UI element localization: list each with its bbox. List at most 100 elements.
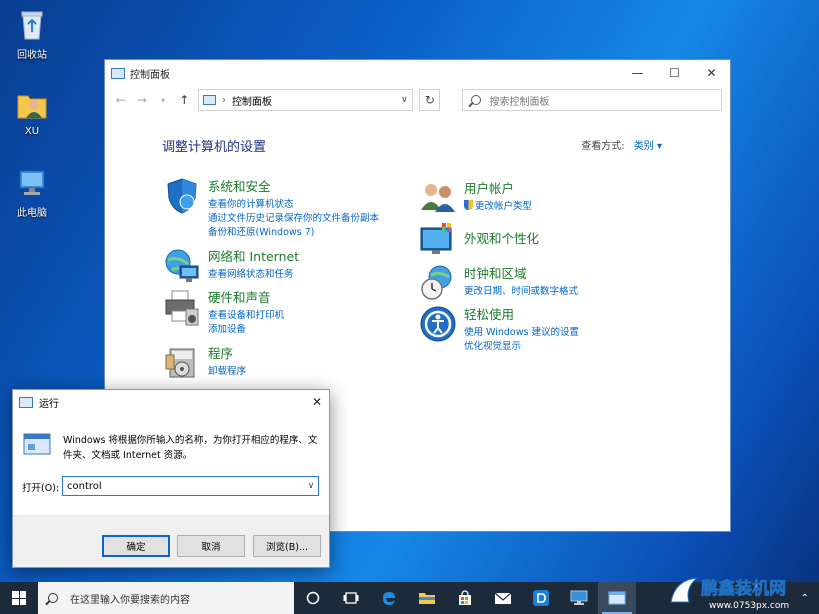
category-link[interactable]: 更改帐户类型 xyxy=(464,200,532,214)
watermark-brand: 鹏鑫装机网 xyxy=(701,578,786,599)
category-link[interactable]: 使用 Windows 建议的设置 xyxy=(464,326,579,340)
category-link[interactable]: 添加设备 xyxy=(208,323,284,337)
run-icon xyxy=(19,396,33,408)
folder-icon xyxy=(419,593,435,604)
category-system-security: 系统和安全 查看你的计算机状态 通过文件历史记录保存你的文件备份副本 备份和还原… xyxy=(162,176,379,240)
control-panel-taskbar-button[interactable] xyxy=(598,582,636,614)
category-title[interactable]: 硬件和声音 xyxy=(208,287,284,306)
category-link[interactable]: 通过文件历史记录保存你的文件备份副本 xyxy=(208,212,379,226)
users-icon xyxy=(418,178,458,218)
windows-logo-icon xyxy=(12,591,26,605)
run-dialog-footer: 确定 取消 浏览(B)... xyxy=(13,515,329,567)
category-title[interactable]: 网络和 Internet xyxy=(208,246,299,265)
view-by-label: 查看方式: xyxy=(581,141,625,152)
app-button-d[interactable] xyxy=(522,582,560,614)
cortana-circle-icon xyxy=(306,591,320,605)
mail-icon xyxy=(494,592,512,604)
search-icon xyxy=(48,593,58,603)
category-ease-of-access: 轻松使用 使用 Windows 建议的设置 优化视觉显示 xyxy=(418,304,579,354)
edge-icon xyxy=(383,592,395,605)
maximize-button[interactable]: ☐ xyxy=(656,60,693,86)
back-arrow-icon[interactable]: ← xyxy=(113,93,128,107)
control-panel-icon xyxy=(202,95,216,105)
category-link[interactable]: 更改日期、时间或数字格式 xyxy=(464,285,578,299)
close-button[interactable]: ✕ xyxy=(305,395,329,409)
dropdown-arrow-icon[interactable]: ▾ xyxy=(155,96,170,105)
globe-network-icon xyxy=(162,246,202,286)
page-title: 调整计算机的设置 xyxy=(162,140,267,155)
uac-shield-icon xyxy=(464,200,473,210)
computer-app-button[interactable] xyxy=(560,582,598,614)
category-link[interactable]: 查看网络状态和任务 xyxy=(208,268,299,282)
category-title[interactable]: 系统和安全 xyxy=(208,176,379,195)
search-input[interactable]: 搜索控制面板 xyxy=(462,89,722,111)
open-input[interactable]: control ∨ xyxy=(62,476,319,496)
user-folder-icon xyxy=(15,88,49,122)
run-dialog: 运行 ✕ Windows 将根据你所输入的名称，为你打开相应的程序、文件夹、文档… xyxy=(12,389,330,568)
control-panel-titlebar[interactable]: 控制面板 — ☐ ✕ xyxy=(105,60,730,86)
open-input-value[interactable]: control xyxy=(67,481,304,492)
printer-icon xyxy=(162,287,202,327)
search-placeholder: 搜索控制面板 xyxy=(489,96,550,108)
task-view-icon xyxy=(343,592,359,604)
computer-icon xyxy=(15,166,49,200)
view-by-dropdown[interactable]: 类别 ▾ xyxy=(634,141,662,152)
category-hardware-sound: 硬件和声音 查看设备和打印机 添加设备 xyxy=(162,287,284,337)
programs-icon xyxy=(162,343,202,383)
category-link[interactable]: 查看你的计算机状态 xyxy=(208,198,379,212)
run-dialog-titlebar[interactable]: 运行 ✕ xyxy=(13,390,329,414)
search-icon xyxy=(471,95,482,105)
control-panel-icon xyxy=(111,67,125,79)
watermark-logo: 鹏鑫装机网 www.0753px.com xyxy=(667,572,817,612)
run-app-icon xyxy=(23,432,53,456)
category-title[interactable]: 时钟和区域 xyxy=(464,263,578,282)
task-view-button[interactable] xyxy=(294,582,332,614)
category-programs: 程序 卸载程序 xyxy=(162,343,246,383)
address-bar[interactable]: › 控制面板 ∨ xyxy=(197,89,414,111)
start-button[interactable] xyxy=(0,582,38,614)
store-bag-icon xyxy=(459,590,471,605)
category-link[interactable]: 卸载程序 xyxy=(208,365,246,379)
category-link[interactable]: 查看设备和打印机 xyxy=(208,309,284,323)
up-arrow-icon[interactable]: ↑ xyxy=(177,93,192,107)
taskbar-search-placeholder: 在这里输入你要搜索的内容 xyxy=(70,594,190,606)
close-button[interactable]: ✕ xyxy=(693,60,730,86)
cancel-button[interactable]: 取消 xyxy=(177,535,245,557)
category-title[interactable]: 轻松使用 xyxy=(464,304,579,323)
browse-button[interactable]: 浏览(B)... xyxy=(253,535,321,557)
category-link[interactable]: 备份和还原(Windows 7) xyxy=(208,226,379,240)
watermark-url: www.0753px.com xyxy=(709,601,789,611)
address-row: ← → ▾ ↑ › 控制面板 ∨ ↻ 搜索控制面板 xyxy=(105,86,730,114)
category-link[interactable]: 优化视觉显示 xyxy=(464,340,579,354)
store-button[interactable] xyxy=(446,582,484,614)
category-link-text: 更改帐户类型 xyxy=(475,201,533,212)
breadcrumb[interactable]: 控制面板 xyxy=(232,93,397,108)
desktop-icon-label: 此电脑 xyxy=(17,208,47,219)
task-view-icon-button[interactable] xyxy=(332,582,370,614)
category-title[interactable]: 用户帐户 xyxy=(464,178,532,197)
category-network-internet: 网络和 Internet 查看网络状态和任务 xyxy=(162,246,299,286)
category-clock-region: 时钟和区域 更改日期、时间或数字格式 xyxy=(418,263,578,303)
desktop-icon-label: XU xyxy=(24,126,40,137)
desktop-icon-recycle-bin[interactable]: 回收站 xyxy=(6,8,58,61)
taskbar-search-input[interactable]: 在这里输入你要搜索的内容 xyxy=(38,582,294,614)
refresh-button[interactable]: ↻ xyxy=(419,89,441,111)
window-title: 控制面板 xyxy=(130,69,170,81)
category-title[interactable]: 程序 xyxy=(208,343,246,362)
file-explorer-button[interactable] xyxy=(408,582,446,614)
edge-button[interactable] xyxy=(370,582,408,614)
open-label: 打开(O): xyxy=(22,483,60,494)
minimize-button[interactable]: — xyxy=(619,60,656,86)
chevron-down-icon[interactable]: ∨ xyxy=(396,95,412,105)
desktop-icon-user-folder[interactable]: XU xyxy=(6,88,58,137)
dialog-title: 运行 xyxy=(39,398,59,410)
category-appearance: 外观和个性化 xyxy=(418,220,539,260)
run-description: Windows 将根据你所输入的名称，为你打开相应的程序、文件夹、文档或 Int… xyxy=(63,435,318,461)
forward-arrow-icon[interactable]: → xyxy=(134,93,149,107)
ok-button[interactable]: 确定 xyxy=(102,535,170,557)
chevron-down-icon[interactable]: ∨ xyxy=(304,481,318,491)
category-title[interactable]: 外观和个性化 xyxy=(464,228,539,247)
desktop-icon-this-pc[interactable]: 此电脑 xyxy=(6,166,58,219)
mail-button[interactable] xyxy=(484,582,522,614)
appearance-icon xyxy=(418,220,458,260)
